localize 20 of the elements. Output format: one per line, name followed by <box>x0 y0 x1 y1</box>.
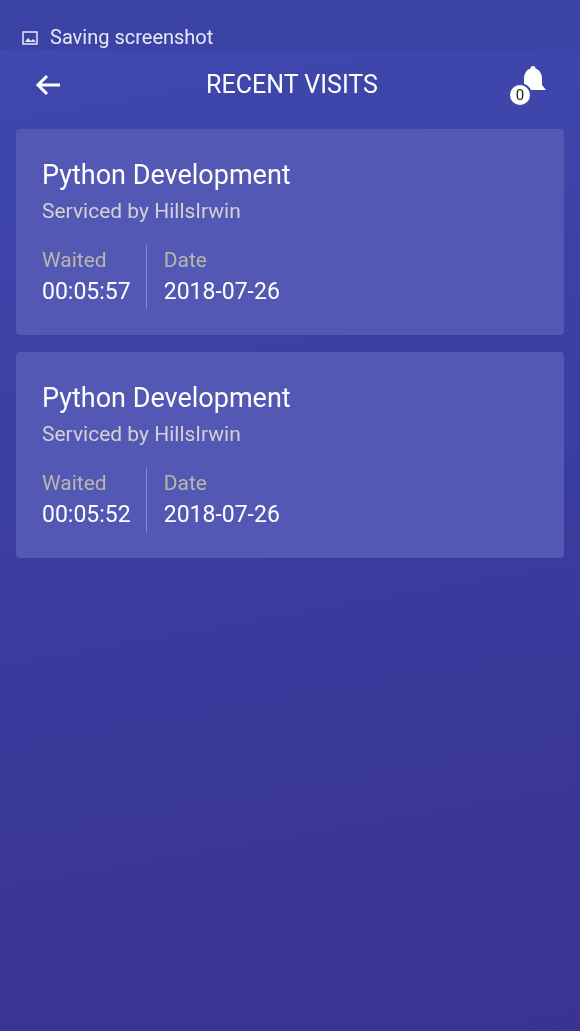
notifications-button[interactable]: 0 <box>508 65 548 105</box>
serviced-by-text: Serviced by HillsIrwin <box>42 198 242 225</box>
service-name: Python Development <box>42 158 292 193</box>
visit-date: 2018-07-26 <box>163 500 280 530</box>
waited-time: 00:05:57 <box>42 277 131 307</box>
date-label: Date <box>163 470 208 497</box>
notification-text: Saving screenshot <box>50 26 214 48</box>
visit-card[interactable]: Python Development Serviced by HillsIrwin Waited 00:05:52 Date 2018-07-26 <box>16 352 564 558</box>
date-label: Date <box>163 247 208 274</box>
back-arrow-icon <box>34 73 62 97</box>
image-icon <box>22 31 38 45</box>
notification-count-badge: 0 <box>508 83 532 107</box>
waited-time: 00:05:52 <box>42 500 131 530</box>
serviced-by-text: Serviced by HillsIrwin <box>42 421 242 448</box>
visit-date: 2018-07-26 <box>163 277 280 307</box>
service-name: Python Development <box>42 381 292 416</box>
waited-label: Waited <box>42 470 108 497</box>
page-title: RECENT VISITS <box>206 69 378 102</box>
waited-label: Waited <box>42 247 108 274</box>
visit-card[interactable]: Python Development Serviced by HillsIrwin Waited 00:05:57 Date 2018-07-26 <box>16 129 564 335</box>
